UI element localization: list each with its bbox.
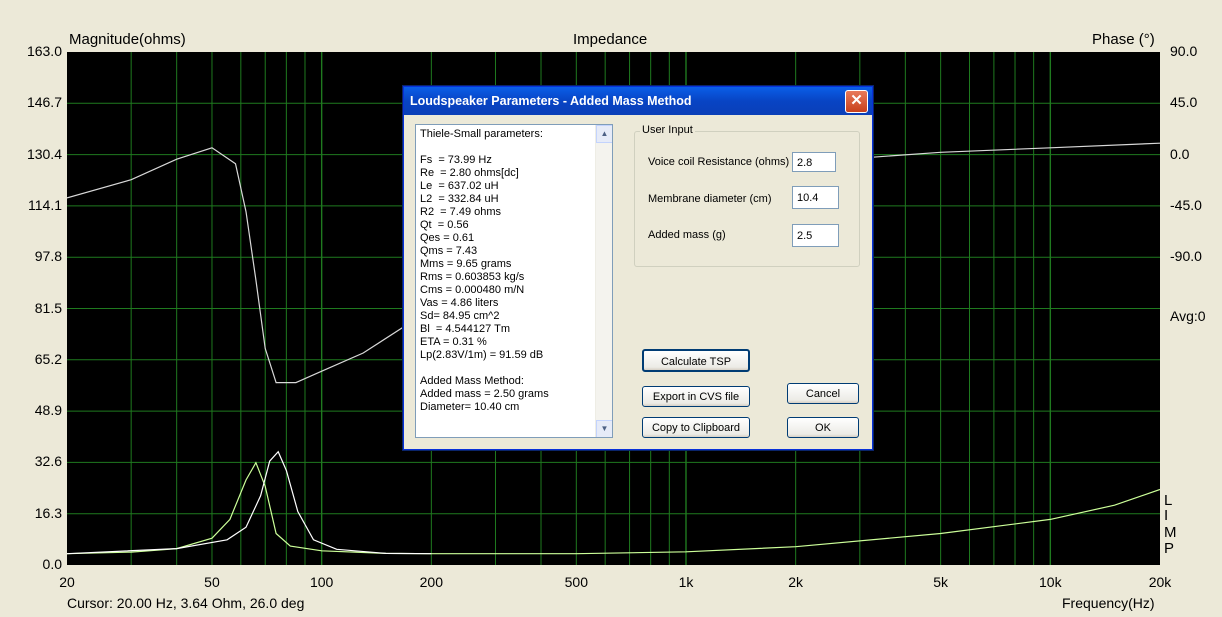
trace-series-0 [66,461,1161,555]
frequency-tick-label: 20 [59,574,75,590]
user-input-group-label: User Input [640,124,695,136]
calculate-tsp-button[interactable]: Calculate TSP [642,349,750,372]
frequency-axis-label: Frequency(Hz) [1062,595,1155,611]
tsp-results-textbox[interactable]: Thiele-Small parameters: Fs = 73.99 Hz R… [415,124,613,438]
frequency-tick-label: 100 [309,574,334,590]
phase-axis-label: Phase (°) [1092,31,1155,48]
cursor-status: Cursor: 20.00 Hz, 3.64 Ohm, 26.0 deg [67,595,305,611]
legend-letter-m[interactable]: M [1164,524,1177,541]
dialog-titlebar[interactable]: Loudspeaker Parameters - Added Mass Meth… [404,87,872,115]
magnitude-tick-label: 97.8 [34,248,62,265]
frequency-tick-label: 10k [1039,574,1062,590]
magnitude-axis-label: Magnitude(ohms) [69,31,186,48]
voice-coil-resistance-label: Voice coil Resistance (ohms) [648,156,790,168]
voice-coil-resistance-field[interactable]: 2.8 [792,152,836,172]
magnitude-tick-label: 0.0 [42,556,62,572]
phase-tick-label: 0.0 [1170,145,1190,162]
magnitude-tick-label: 16.3 [34,504,62,521]
frequency-tick-label: 5k [933,574,949,590]
export-csv-button[interactable]: Export in CVS file [642,386,750,407]
frequency-tick-label: 50 [204,574,220,590]
added-mass-field[interactable]: 2.5 [792,224,839,247]
chart-title: Impedance [573,31,648,48]
frequency-tick-label: 20k [1148,574,1172,590]
membrane-diameter-field[interactable]: 10.4 [792,186,839,209]
magnitude-tick-label: 114.1 [28,196,62,213]
tsp-scrollbar[interactable]: ▲ ▼ [595,125,612,437]
legend-letter-i[interactable]: I [1164,507,1168,524]
frequency-tick-label: 2k [788,574,804,590]
trace-series-1 [66,450,432,555]
magnitude-tick-label: 146.7 [26,94,62,111]
frequency-tick-label: 500 [564,574,588,590]
added-mass-label: Added mass (g) [648,229,726,241]
ok-button[interactable]: OK [787,417,859,438]
phase-tick-label: 45.0 [1170,94,1198,111]
tsp-results-text: Thiele-Small parameters: Fs = 73.99 Hz R… [420,128,549,413]
scroll-up-icon[interactable]: ▲ [596,125,612,143]
cancel-button[interactable]: Cancel [787,383,859,404]
copy-to-clipboard-button[interactable]: Copy to Clipboard [642,417,750,438]
phase-tick-label: -45.0 [1170,196,1202,213]
magnitude-tick-label: 65.2 [34,350,62,367]
avg-label: Avg:0 [1170,308,1206,324]
magnitude-tick-label: 163.0 [26,43,62,59]
magnitude-tick-label: 81.5 [34,299,62,316]
magnitude-tick-label: 48.9 [34,402,62,419]
frequency-tick-label: 1k [678,574,694,590]
phase-tick-label: 90.0 [1170,43,1198,59]
magnitude-tick-label: 130.4 [26,145,62,162]
close-icon[interactable]: ✕ [845,90,868,113]
dialog-title: Loudspeaker Parameters - Added Mass Meth… [410,94,692,108]
legend-letter-p[interactable]: P [1164,540,1174,557]
loudspeaker-parameters-dialog: Loudspeaker Parameters - Added Mass Meth… [403,86,873,450]
frequency-tick-label: 200 [419,574,444,590]
phase-tick-label: -90.0 [1170,248,1202,265]
scroll-down-icon[interactable]: ▼ [596,420,612,437]
membrane-diameter-label: Membrane diameter (cm) [648,193,772,205]
magnitude-tick-label: 32.6 [34,453,62,470]
